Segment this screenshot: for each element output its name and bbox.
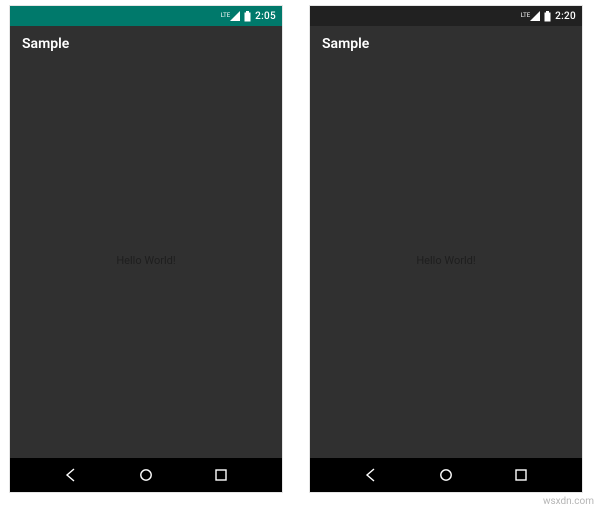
- status-bar: LTE 2:20: [310, 6, 582, 26]
- screen-content: Hello World!: [10, 62, 282, 458]
- clock: 2:05: [255, 11, 276, 22]
- app-bar: Sample: [310, 26, 582, 62]
- app-bar: Sample: [10, 26, 282, 62]
- watermark: wsxdn.com: [543, 496, 594, 507]
- back-button[interactable]: [351, 463, 391, 487]
- status-bar: LTE 2:05: [10, 6, 282, 26]
- back-button[interactable]: [51, 463, 91, 487]
- recents-button[interactable]: [501, 463, 541, 487]
- screen-content: Hello World!: [310, 62, 582, 458]
- network-label: LTE: [221, 13, 230, 19]
- app-title: Sample: [22, 36, 69, 52]
- clock: 2:20: [555, 11, 576, 22]
- network-label: LTE: [521, 13, 530, 19]
- signal-icon: LTE: [521, 11, 540, 21]
- navigation-bar: [310, 458, 582, 492]
- hello-world-text: Hello World!: [416, 254, 475, 267]
- battery-icon: [544, 11, 551, 22]
- home-button[interactable]: [426, 463, 466, 487]
- app-title: Sample: [322, 36, 369, 52]
- home-button[interactable]: [126, 463, 166, 487]
- phone-screen-right: LTE 2:20 Sample Hello World!: [310, 6, 582, 492]
- screenshot-pair: LTE 2:05 Sample Hello World!: [0, 0, 600, 498]
- hello-world-text: Hello World!: [116, 254, 175, 267]
- navigation-bar: [10, 458, 282, 492]
- phone-screen-left: LTE 2:05 Sample Hello World!: [10, 6, 282, 492]
- battery-icon: [244, 11, 251, 22]
- signal-icon: LTE: [221, 11, 240, 21]
- recents-button[interactable]: [201, 463, 241, 487]
